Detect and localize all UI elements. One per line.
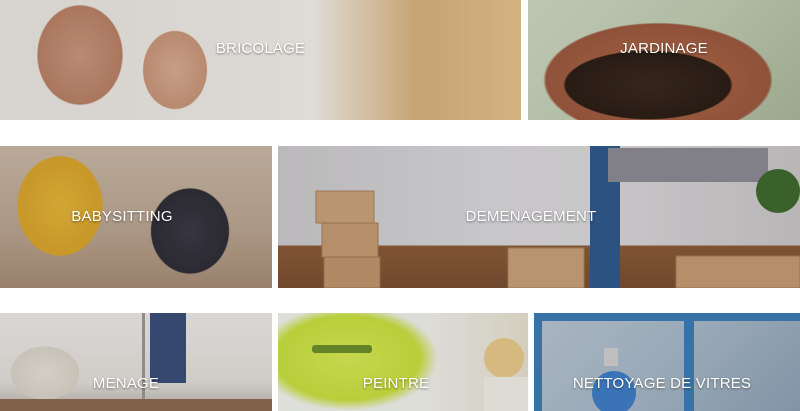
service-label-menage: MENAGE bbox=[92, 375, 160, 392]
service-tile-menage[interactable]: MENAGE bbox=[0, 313, 272, 411]
service-tile-demenagement[interactable]: DEMENAGEMENT bbox=[278, 146, 800, 288]
service-label-demenagement: DEMENAGEMENT bbox=[465, 208, 597, 225]
service-label-nettoyage-de-vitres: NETTOYAGE DE VITRES bbox=[572, 375, 752, 392]
service-tile-nettoyage-de-vitres[interactable]: NETTOYAGE DE VITRES bbox=[534, 313, 800, 411]
service-label-peintre: PEINTRE bbox=[362, 375, 430, 392]
service-label-bricolage: BRICOLAGE bbox=[215, 40, 306, 57]
service-label-babysitting: BABYSITTING bbox=[71, 208, 173, 225]
service-label-jardinage: JARDINAGE bbox=[620, 40, 708, 57]
service-tile-bricolage[interactable]: BRICOLAGE bbox=[0, 0, 521, 120]
service-tile-jardinage[interactable]: JARDINAGE bbox=[528, 0, 800, 120]
service-tile-peintre[interactable]: PEINTRE bbox=[278, 313, 528, 411]
service-tile-babysitting[interactable]: BABYSITTING bbox=[0, 146, 272, 288]
